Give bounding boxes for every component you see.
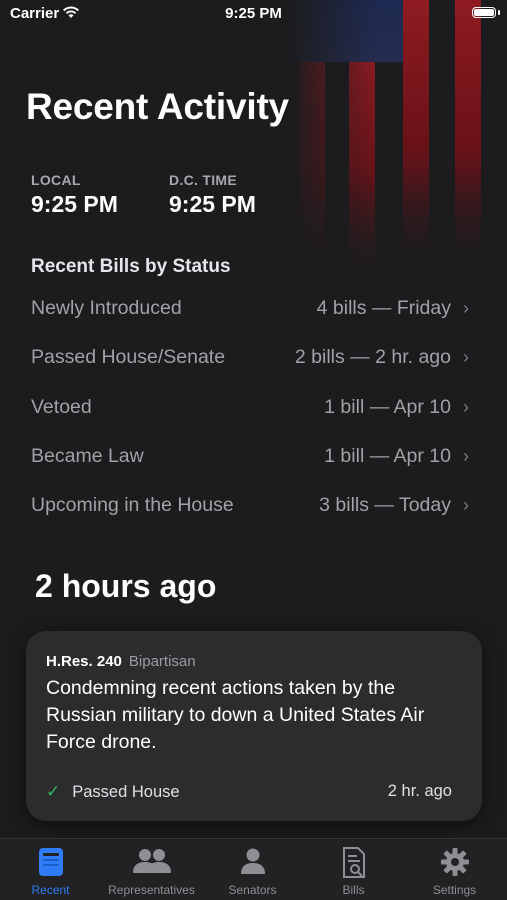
local-clock-value: 9:25 PM [31,191,118,217]
bill-time-ago: 2 hr. ago [387,782,452,800]
status-row-passed[interactable]: Passed House/Senate 2 bills — 2 hr. ago › [31,333,477,382]
local-clock-label: LOCAL [31,172,81,188]
chevron-right-icon: › [463,298,469,319]
people-icon [132,849,171,873]
status-row-value: 1 bill — Apr 10 [324,445,451,468]
tab-bills-label: Bills [342,883,365,897]
battery-icon [472,7,496,18]
tab-bills[interactable]: Bills [303,839,404,900]
newspaper-icon [38,848,63,876]
bill-number: H.Res. 240 [46,653,122,670]
dc-clock: D.C. TIME 9:25 PM [169,172,256,218]
tab-senators-label: Senators [228,883,277,897]
gear-icon [440,848,469,876]
dc-clock-label: D.C. TIME [169,172,238,188]
tab-representatives-label: Representatives [108,883,195,897]
status-row-value: 4 bills — Friday [316,297,451,320]
bill-tag: Bipartisan [128,653,196,670]
status-time: 9:25 PM [225,5,282,22]
bill-meta: H.Res. 240 Bipartisan [46,653,196,670]
status-row-label: Newly Introduced [31,297,182,320]
tab-recent[interactable]: Recent [0,839,101,900]
tab-representatives[interactable]: Representatives [101,839,202,900]
activity-time-heading: 2 hours ago [35,568,217,604]
status-row-value: 3 bills — Today [319,494,451,517]
status-row-newly-introduced[interactable]: Newly Introduced 4 bills — Friday › [31,284,477,333]
status-row-vetoed[interactable]: Vetoed 1 bill — Apr 10 › [31,383,477,432]
status-row-value: 2 bills — 2 hr. ago [294,346,451,369]
tab-settings[interactable]: Settings [404,839,505,900]
bills-by-status-heading: Recent Bills by Status [31,256,231,277]
bill-status: ✓ Passed House [46,782,180,802]
bill-status-label: Passed House [72,782,180,801]
flag-background-image [293,0,507,300]
status-row-label: Passed House/Senate [31,346,226,369]
chevron-right-icon: › [463,396,469,417]
checkmark-icon: ✓ [46,782,61,801]
dc-clock-value: 9:25 PM [169,191,256,217]
status-row-label: Became Law [31,445,144,468]
bill-card[interactable]: H.Res. 240 Bipartisan Condemning recent a… [26,631,482,821]
local-clock: LOCAL 9:25 PM [31,172,118,218]
status-bar: Carrier 9:25 PM [0,0,507,28]
bills-by-status-list: Newly Introduced 4 bills — Friday › Passe… [31,284,477,530]
chevron-right-icon: › [463,446,469,467]
chevron-right-icon: › [463,495,469,516]
tab-senators[interactable]: Senators [202,839,303,900]
tab-recent-label: Recent [31,883,70,897]
document-search-icon [342,847,365,878]
person-icon [240,848,265,874]
status-row-label: Upcoming in the House [31,494,234,517]
status-row-label: Vetoed [31,395,92,418]
chevron-right-icon: › [463,347,469,368]
tab-settings-label: Settings [432,883,477,897]
page-title: Recent Activity [26,86,289,127]
tab-bar: Recent Representatives Senators Bills Se… [0,838,507,900]
status-row-value: 1 bill — Apr 10 [324,395,451,418]
status-row-upcoming[interactable]: Upcoming in the House 3 bills — Today › [31,481,477,530]
status-row-became-law[interactable]: Became Law 1 bill — Apr 10 › [31,432,477,481]
bill-description: Condemning recent actions taken by the R… [46,677,425,753]
